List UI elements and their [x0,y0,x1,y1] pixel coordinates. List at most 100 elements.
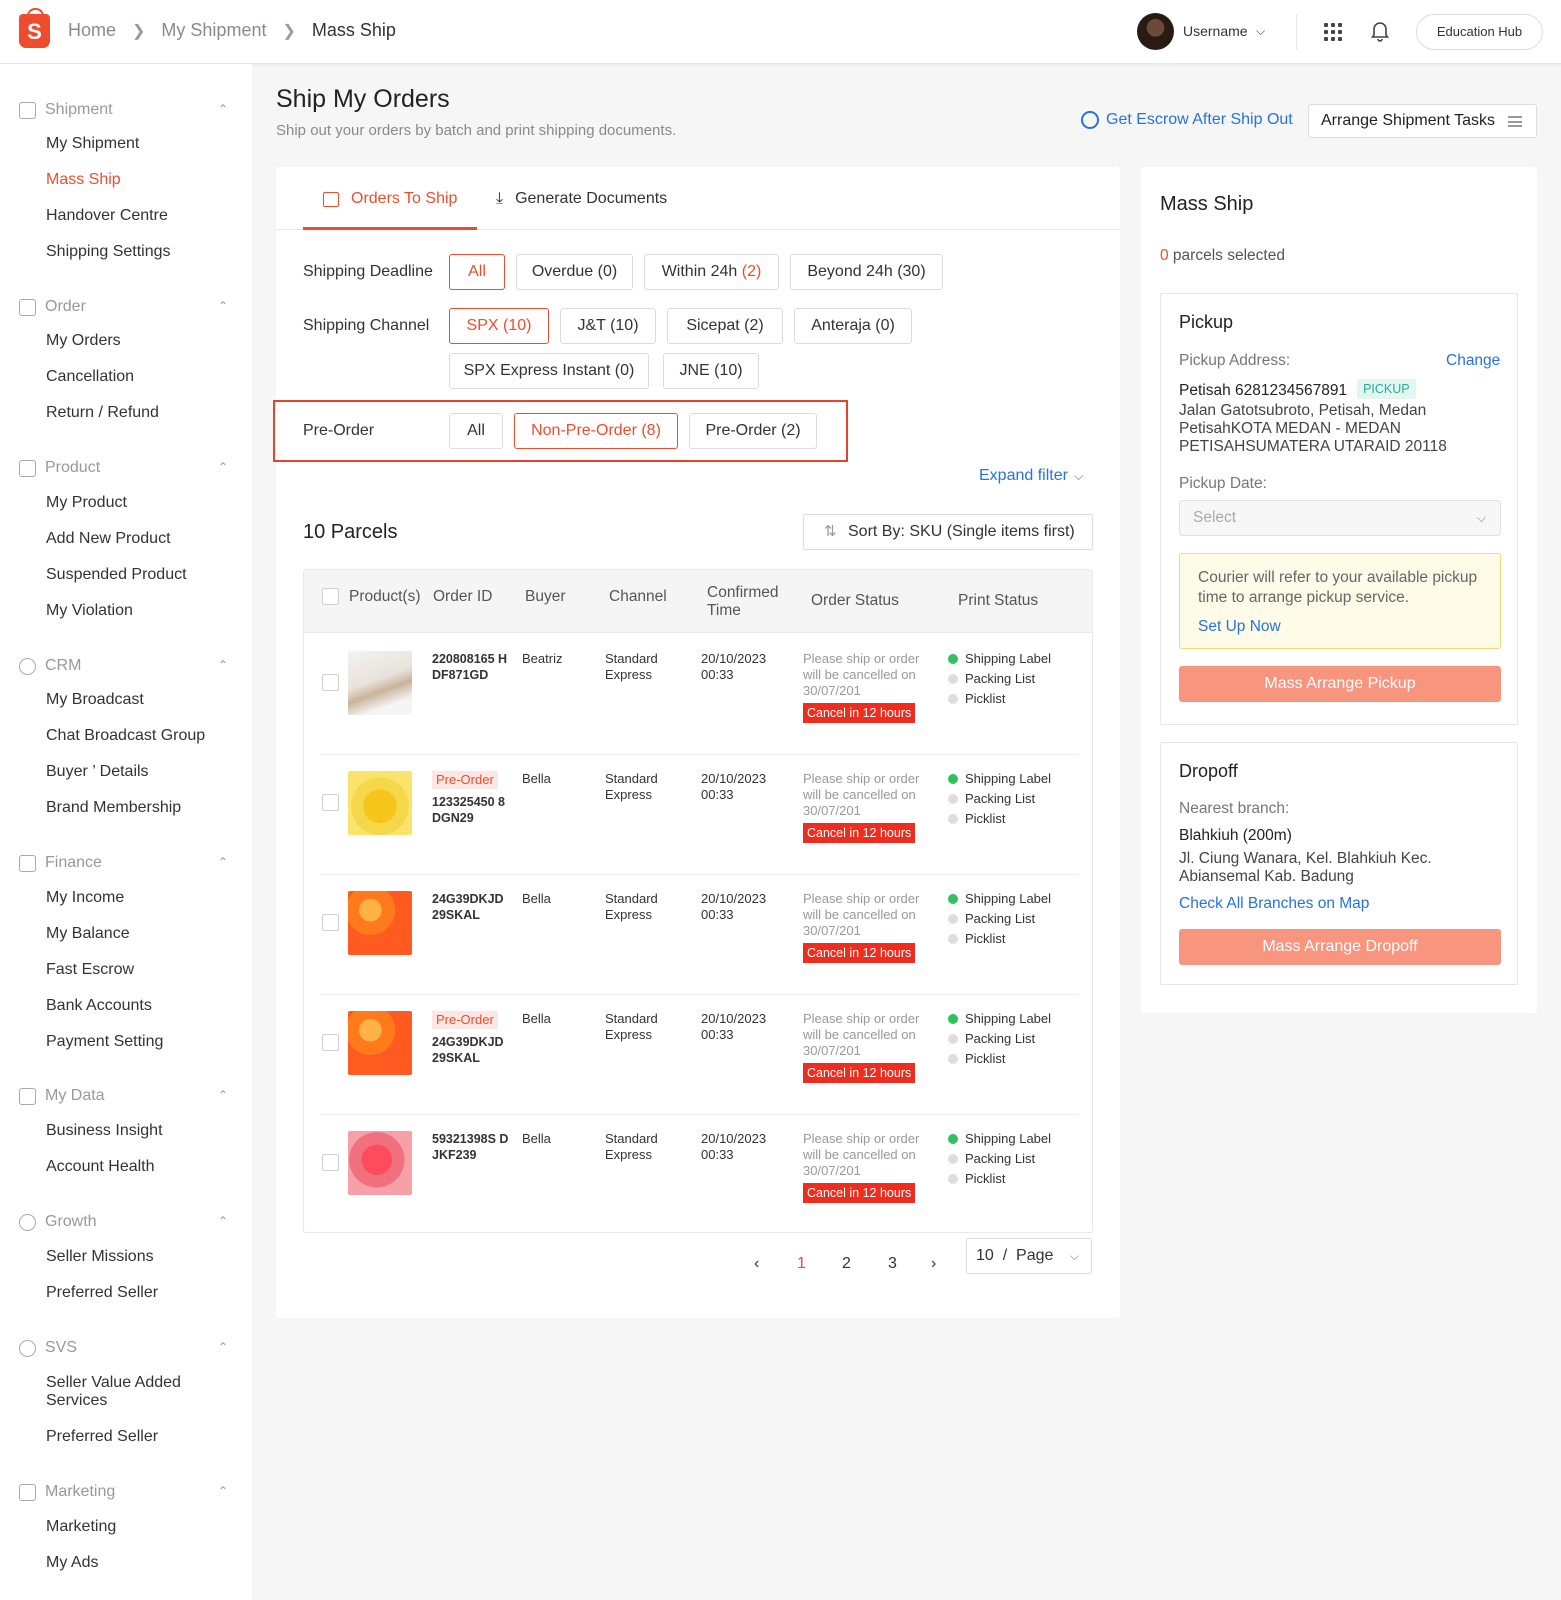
sidebar-group-growth[interactable]: Growth [19,1212,97,1232]
sidebar-item-bank-accounts[interactable]: Bank Accounts [46,997,152,1015]
channel-chip-spx-express-instant[interactable]: SPX Express Instant (0) [449,353,649,389]
row-checkbox[interactable] [322,674,339,691]
row-checkbox[interactable] [322,1034,339,1051]
sidebar-item-marketing[interactable]: Marketing [46,1518,116,1536]
sidebar-item-fast-escrow[interactable]: Fast Escrow [46,961,134,979]
order-id[interactable]: 59321398S DJKF239 [432,1131,512,1163]
tab-orders-to-ship[interactable]: Orders To Ship [323,190,457,208]
sidebar-group-marketing[interactable]: Marketing [19,1482,115,1502]
preorder-chip-non-pre-order[interactable]: Non-Pre-Order (8) [514,413,678,449]
preorder-chip-all[interactable]: All [449,413,503,449]
channel-chip-jne[interactable]: JNE (10) [663,353,759,389]
print-packing-list[interactable]: Packing List [948,1029,1051,1049]
set-up-now-link[interactable]: Set Up Now [1198,618,1281,636]
sidebar-item-account-health[interactable]: Account Health [46,1158,155,1176]
bell-icon[interactable] [1370,20,1390,42]
channel-chip-jnt[interactable]: J&T (10) [560,308,656,344]
get-escrow-link[interactable]: Get Escrow After Ship Out [1081,111,1293,129]
sidebar-group-finance[interactable]: Finance [19,853,102,873]
check-branches-link[interactable]: Check All Branches on Map [1179,895,1369,913]
chevron-up-icon[interactable]: ⌃ [218,460,228,474]
product-thumbnail[interactable] [348,771,412,835]
chevron-down-icon[interactable]: ⌵ [1256,24,1265,39]
sidebar-group-svs[interactable]: SVS [19,1338,77,1358]
print-shipping-label[interactable]: Shipping Label [948,1129,1051,1149]
chevron-up-icon[interactable]: ⌃ [218,1340,228,1354]
pickup-date-select[interactable]: Select ⌵ [1179,500,1501,536]
order-id[interactable]: Pre-Order 123325450 8DGN29 [432,771,512,826]
sidebar-item-my-violation[interactable]: My Violation [46,602,133,620]
chevron-up-icon[interactable]: ⌃ [218,102,228,116]
print-shipping-label[interactable]: Shipping Label [948,889,1051,909]
sidebar-item-my-product[interactable]: My Product [46,494,127,512]
tab-generate-documents[interactable]: ⤓ Generate Documents [496,190,667,208]
sidebar-item-my-balance[interactable]: My Balance [46,925,130,943]
chevron-up-icon[interactable]: ⌃ [218,299,228,313]
sidebar-item-my-orders[interactable]: My Orders [46,332,121,350]
deadline-chip-beyond-24h[interactable]: Beyond 24h (30) [790,254,943,290]
sidebar-item-mass-ship[interactable]: Mass Ship [46,171,121,189]
deadline-chip-all[interactable]: All [449,254,505,290]
page-3[interactable]: 3 [888,1255,897,1273]
row-checkbox[interactable] [322,914,339,931]
print-packing-list[interactable]: Packing List [948,789,1051,809]
sidebar-item-payment-setting[interactable]: Payment Setting [46,1033,163,1051]
preorder-chip-pre-order[interactable]: Pre-Order (2) [689,413,817,449]
sidebar-item-handover-centre[interactable]: Handover Centre [46,207,168,225]
sidebar-item-seller-value-added-services[interactable]: Seller Value Added Services [46,1374,206,1410]
sidebar-group-shipment[interactable]: Shipment [19,100,113,120]
shopee-logo-icon[interactable]: S [19,8,50,48]
sidebar-group-crm[interactable]: CRM [19,656,81,676]
username[interactable]: Username [1183,23,1248,39]
product-thumbnail[interactable] [348,1011,412,1075]
sort-dropdown[interactable]: ⇅ Sort By: SKU (Single items first) [803,514,1093,550]
order-id[interactable]: 24G39DKJD 29SKAL [432,891,512,923]
print-picklist[interactable]: Picklist [948,1049,1051,1069]
print-shipping-label[interactable]: Shipping Label [948,1009,1051,1029]
page-2[interactable]: 2 [842,1255,851,1273]
sidebar-item-business-insight[interactable]: Business Insight [46,1122,163,1140]
deadline-chip-overdue[interactable]: Overdue (0) [516,254,633,290]
arrange-shipment-tasks-button[interactable]: Arrange Shipment Tasks [1308,104,1537,138]
sidebar-item-my-ads[interactable]: My Ads [46,1554,98,1572]
breadcrumb-home[interactable]: Home [68,20,116,41]
sidebar-item-preferred-seller[interactable]: Preferred Seller [46,1284,158,1302]
print-packing-list[interactable]: Packing List [948,909,1051,929]
sidebar-item-chat-broadcast-group[interactable]: Chat Broadcast Group [46,727,205,745]
print-shipping-label[interactable]: Shipping Label [948,649,1051,669]
print-picklist[interactable]: Picklist [948,689,1051,709]
page-size-select[interactable]: 10 / Page ⌵ [966,1238,1092,1274]
chevron-up-icon[interactable]: ⌃ [218,1214,228,1228]
print-picklist[interactable]: Picklist [948,809,1051,829]
sidebar-item-add-new-product[interactable]: Add New Product [46,530,171,548]
chevron-up-icon[interactable]: ⌃ [218,1484,228,1498]
sidebar-item-preferred-seller-svs[interactable]: Preferred Seller [46,1428,158,1446]
order-id[interactable]: 220808165 HDF871GD [432,651,512,683]
change-address-link[interactable]: Change [1446,352,1500,370]
sidebar-group-product[interactable]: Product [19,458,100,478]
print-shipping-label[interactable]: Shipping Label [948,769,1051,789]
sidebar-item-my-income[interactable]: My Income [46,889,124,907]
apps-grid-icon[interactable] [1324,23,1342,41]
sidebar-item-seller-missions[interactable]: Seller Missions [46,1248,154,1266]
channel-chip-sicepat[interactable]: Sicepat (2) [667,308,783,344]
sidebar-item-my-broadcast[interactable]: My Broadcast [46,691,144,709]
sidebar-item-return-refund[interactable]: Return / Refund [46,404,159,422]
mass-arrange-pickup-button[interactable]: Mass Arrange Pickup [1179,666,1501,702]
print-packing-list[interactable]: Packing List [948,1149,1051,1169]
product-thumbnail[interactable] [348,651,412,715]
avatar[interactable] [1137,13,1174,50]
chevron-up-icon[interactable]: ⌃ [218,658,228,672]
next-page-icon[interactable]: › [931,1255,936,1273]
channel-chip-anteraja[interactable]: Anteraja (0) [794,308,912,344]
deadline-chip-within-24h[interactable]: Within 24h (2) [644,254,779,290]
expand-filter-link[interactable]: Expand filter ⌵ [979,467,1083,485]
print-picklist[interactable]: Picklist [948,929,1051,949]
print-picklist[interactable]: Picklist [948,1169,1051,1189]
channel-chip-spx[interactable]: SPX (10) [449,308,549,344]
mass-arrange-dropoff-button[interactable]: Mass Arrange Dropoff [1179,929,1501,965]
education-hub-button[interactable]: Education Hub [1416,14,1543,50]
row-checkbox[interactable] [322,794,339,811]
sidebar-item-buyer-details[interactable]: Buyer ’ Details [46,763,149,781]
select-all-checkbox[interactable] [322,588,339,605]
